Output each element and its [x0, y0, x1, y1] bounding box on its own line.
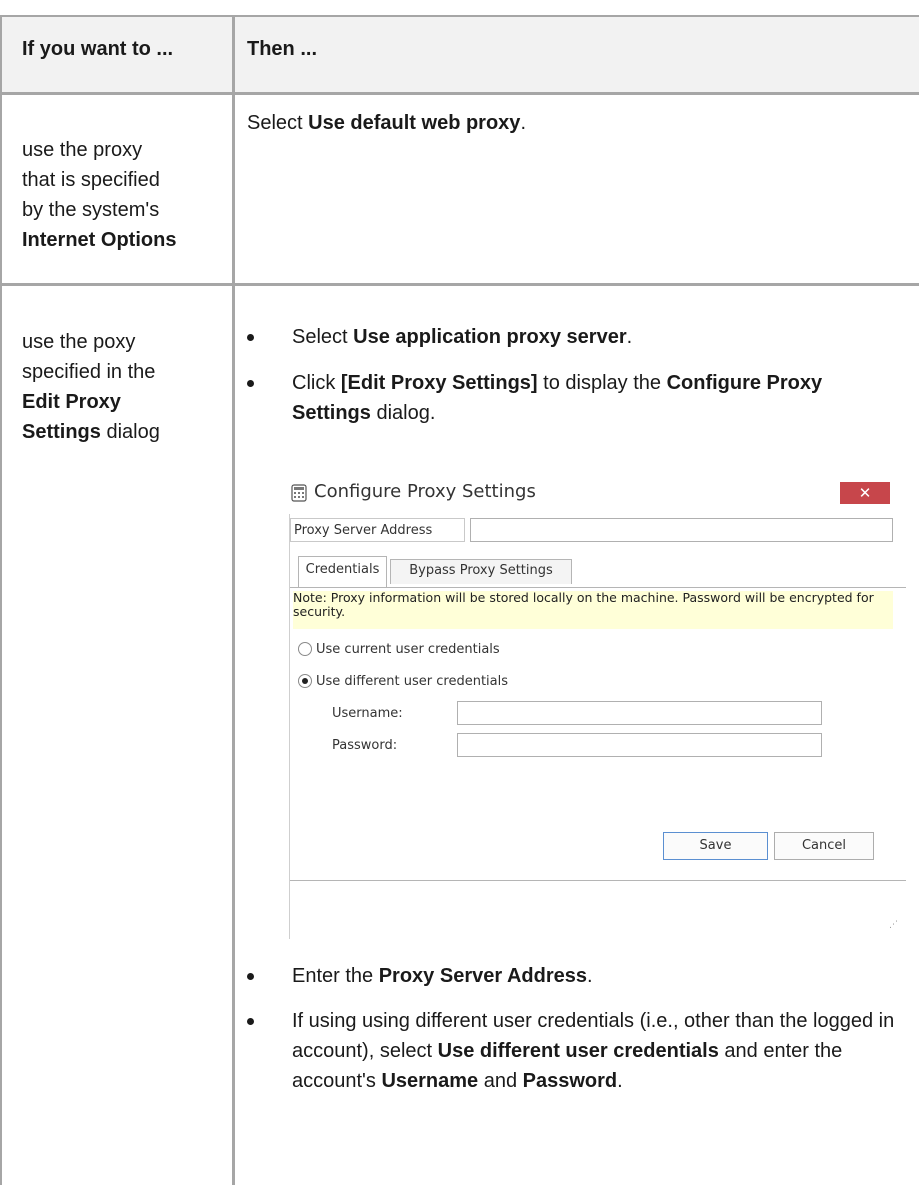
- row-divider: [0, 283, 919, 286]
- dialog-title-bar: Configure Proxy Settings ✕: [285, 474, 905, 514]
- header-divider: [0, 92, 919, 95]
- credentials-panel: Note: Proxy information will be stored l…: [290, 587, 906, 881]
- resize-grip-icon[interactable]: ⋰: [889, 920, 898, 930]
- table-border-top: [0, 15, 919, 17]
- proxy-address-label: Proxy Server Address: [290, 518, 465, 542]
- bullet-icon: [247, 334, 254, 341]
- dialog-body: Proxy Server Address Credentials Bypass …: [289, 514, 906, 939]
- dialog-window-icon: [291, 484, 307, 502]
- save-button[interactable]: Save: [663, 832, 768, 860]
- tab-bypass-proxy-settings[interactable]: Bypass Proxy Settings: [390, 559, 572, 584]
- row1-condition: use the proxy that is specified by the s…: [22, 139, 177, 251]
- row2-condition: use the poxy specified in the Edit Proxy…: [22, 331, 160, 443]
- header-if-you-want-to: If you want to ...: [22, 38, 174, 60]
- radio-use-different-credentials[interactable]: Use different user credentials: [298, 674, 508, 689]
- tab-credentials[interactable]: Credentials: [298, 556, 387, 587]
- username-input[interactable]: [457, 701, 822, 725]
- radio-use-current-credentials[interactable]: Use current user credentials: [298, 642, 500, 657]
- header-cell-2: [235, 15, 919, 93]
- proxy-address-row: Proxy Server Address: [290, 518, 906, 544]
- password-label: Password:: [332, 738, 398, 753]
- storage-note: Note: Proxy information will be stored l…: [293, 591, 893, 629]
- close-icon[interactable]: ✕: [840, 482, 890, 504]
- table-column-divider: [232, 15, 235, 1185]
- bullet-icon: [247, 1018, 254, 1025]
- cancel-button[interactable]: Cancel: [774, 832, 874, 860]
- password-input[interactable]: [457, 733, 822, 757]
- row1-action: Select Use default web proxy.: [247, 112, 526, 134]
- radio-icon[interactable]: [298, 642, 312, 656]
- bullet-icon: [247, 380, 254, 387]
- configure-proxy-settings-dialog: Configure Proxy Settings ✕ Proxy Server …: [285, 474, 906, 939]
- dialog-title: Configure Proxy Settings: [314, 481, 536, 502]
- username-label: Username:: [332, 706, 403, 721]
- previous-page-text-fragment: [0, 0, 919, 16]
- header-then: Then ...: [247, 38, 317, 60]
- bullet-icon: [247, 973, 254, 980]
- dialog-tabs: Credentials Bypass Proxy Settings: [290, 556, 906, 587]
- radio-selected-icon[interactable]: [298, 674, 312, 688]
- table-border-left: [0, 15, 2, 1185]
- proxy-address-input[interactable]: [470, 518, 893, 542]
